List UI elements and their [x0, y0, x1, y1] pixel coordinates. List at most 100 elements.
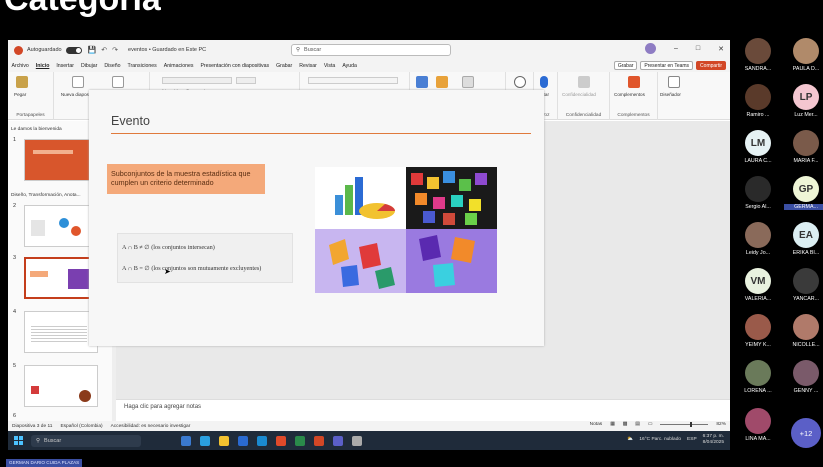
tab-insertar[interactable]: Insertar	[53, 63, 78, 69]
new-slide-icon[interactable]	[72, 76, 84, 88]
participant-tile[interactable]: VM VALERIA...	[736, 268, 780, 302]
tab-ayuda[interactable]: Ayuda	[339, 63, 361, 69]
sorter-view-icon[interactable]: ▩	[623, 422, 628, 427]
maximize-icon[interactable]: □	[696, 45, 700, 52]
avatar: VM	[745, 268, 771, 294]
more-participants-button[interactable]: +12	[791, 418, 821, 448]
record-button[interactable]: Grabar	[613, 61, 638, 70]
addins-icon[interactable]	[628, 76, 640, 88]
zoom-level[interactable]: 82%	[716, 422, 726, 427]
font-size-select[interactable]	[236, 77, 256, 84]
present-teams-button[interactable]: Presentar en Teams	[640, 61, 694, 70]
participant-tile[interactable]: PAULA D...	[784, 38, 823, 72]
tab-animaciones[interactable]: Animaciones	[160, 63, 197, 69]
notes-button[interactable]: Notas	[590, 422, 603, 427]
normal-view-icon[interactable]: ▦	[610, 422, 615, 427]
participant-tile[interactable]: LP Luz Mer...	[784, 84, 823, 118]
status-right: Notas ▦ ▩ ▤ ▭ 82%	[590, 422, 726, 427]
participant-tile[interactable]: GP GERMA...	[784, 176, 823, 210]
clock[interactable]: 6:37 p. m. 8/04/2025	[703, 434, 724, 446]
store-icon[interactable]	[238, 435, 248, 446]
redo-icon[interactable]: ↷	[112, 46, 118, 54]
taskview-icon[interactable]	[181, 435, 191, 446]
definition-textbox[interactable]: Subconjuntos de la muestra estadística q…	[107, 164, 265, 194]
share-button[interactable]: Compartir	[696, 61, 726, 70]
mail-icon[interactable]	[257, 435, 267, 446]
find-icon[interactable]	[514, 76, 526, 88]
participant-tile[interactable]: GENNY ...	[784, 360, 823, 394]
app-icon[interactable]	[352, 435, 362, 446]
minimize-icon[interactable]: –	[674, 45, 678, 52]
arrange-icon[interactable]	[436, 76, 448, 88]
shapes-icon[interactable]	[416, 76, 428, 88]
tab-archivo[interactable]: Archivo	[8, 63, 32, 69]
slide-thumbnail-5[interactable]	[24, 365, 98, 407]
participant-tile[interactable]: LM LAURA C...	[736, 130, 780, 164]
autosave-toggle[interactable]	[65, 46, 82, 54]
participant-tile[interactable]: MARIA F...	[784, 130, 823, 164]
undo-icon[interactable]: ↶	[101, 46, 107, 54]
participant-tile[interactable]: YEIMY K...	[736, 314, 780, 348]
weather-status[interactable]: 16°C Parc. nublado	[639, 437, 681, 442]
participant-tile[interactable]: Leidy Jo...	[736, 222, 780, 256]
search-input[interactable]: ⚲ Buscar	[291, 44, 451, 56]
notes-pane[interactable]: Haga clic para agregar notas	[116, 399, 730, 421]
participant-tile[interactable]: YANCAR...	[784, 268, 823, 302]
chrome-icon[interactable]	[276, 435, 286, 446]
windows-start-icon[interactable]	[14, 436, 23, 445]
designer-icon[interactable]	[668, 76, 680, 88]
sensitivity-group-label: Confidencialidad	[565, 113, 602, 118]
participant-tile[interactable]: Sergio Al...	[736, 176, 780, 210]
language-indicator[interactable]: ESP	[687, 437, 697, 442]
quick-styles-icon[interactable]	[462, 76, 474, 88]
save-icon[interactable]: 💾	[88, 46, 97, 54]
paste-icon[interactable]	[16, 76, 28, 88]
participant-tile[interactable]: Ramiro ...	[736, 84, 780, 118]
slide-thumbnail-4[interactable]	[24, 311, 98, 353]
accessibility-status[interactable]: Accesibilidad: es necesario investigar	[111, 424, 191, 429]
teams-icon[interactable]	[333, 435, 343, 446]
section-header[interactable]: Le damos la bienvenida	[11, 127, 62, 132]
sensitivity-icon[interactable]	[578, 76, 590, 88]
slideshow-icon[interactable]: ▭	[648, 422, 653, 427]
tab-inicio[interactable]: Inicio	[32, 63, 53, 69]
current-slide[interactable]: Evento Subconjuntos de la muestra estadí…	[89, 90, 544, 346]
tab-dibujar[interactable]: Dibujar	[77, 63, 100, 69]
document-name[interactable]: eventos • Guardado en Este PC	[128, 47, 206, 53]
taskbar-search[interactable]: ⚲ Buscar	[31, 434, 141, 447]
slide-thumbnail-1[interactable]	[24, 139, 98, 181]
excel-icon[interactable]	[295, 435, 305, 446]
powerpoint-icon[interactable]	[314, 435, 324, 446]
tab-vista[interactable]: Vista	[320, 63, 338, 69]
tab-diseno[interactable]: Diseño	[101, 63, 124, 69]
participant-tile[interactable]: SANDRA...	[736, 38, 780, 72]
reuse-slides-icon[interactable]	[112, 76, 124, 88]
search-icon: ⚲	[36, 437, 41, 444]
avatar	[793, 130, 819, 156]
edge-icon[interactable]	[200, 435, 210, 446]
font-family-select[interactable]	[162, 77, 232, 84]
tab-revisar[interactable]: Revisar	[296, 63, 321, 69]
reading-view-icon[interactable]: ▤	[635, 422, 640, 427]
slide-title[interactable]: Evento	[111, 114, 150, 128]
list-buttons[interactable]	[308, 77, 398, 84]
participant-tile[interactable]: NICOLLE...	[784, 314, 823, 348]
explorer-icon[interactable]	[219, 435, 229, 446]
section-header[interactable]: Diseño, Transformación, Anota...	[11, 193, 81, 198]
user-avatar[interactable]	[644, 43, 656, 54]
tab-transiciones[interactable]: Transiciones	[124, 63, 160, 69]
participant-tile[interactable]: LORENA ...	[736, 360, 780, 394]
close-icon[interactable]: ✕	[718, 45, 724, 53]
zoom-slider[interactable]	[660, 422, 709, 427]
statistics-dice-image[interactable]	[315, 167, 497, 293]
participant-tile[interactable]: LINA MA...	[736, 408, 780, 442]
slide-thumbnail-2[interactable]	[24, 205, 98, 247]
slide-thumbnail-3[interactable]	[24, 257, 98, 299]
tab-presentacion[interactable]: Presentación con diapositivas	[197, 63, 273, 69]
microphone-icon[interactable]	[540, 76, 548, 88]
language-status[interactable]: Español (Colombia)	[60, 424, 102, 429]
participant-tile[interactable]: EA ERIKA BI...	[784, 222, 823, 256]
tab-grabar[interactable]: Grabar	[273, 63, 296, 69]
avatar	[745, 176, 771, 202]
math-formula-image[interactable]: A ∩ B ≠ ∅ (los conjuntos intersecan) A ∩…	[117, 233, 293, 283]
